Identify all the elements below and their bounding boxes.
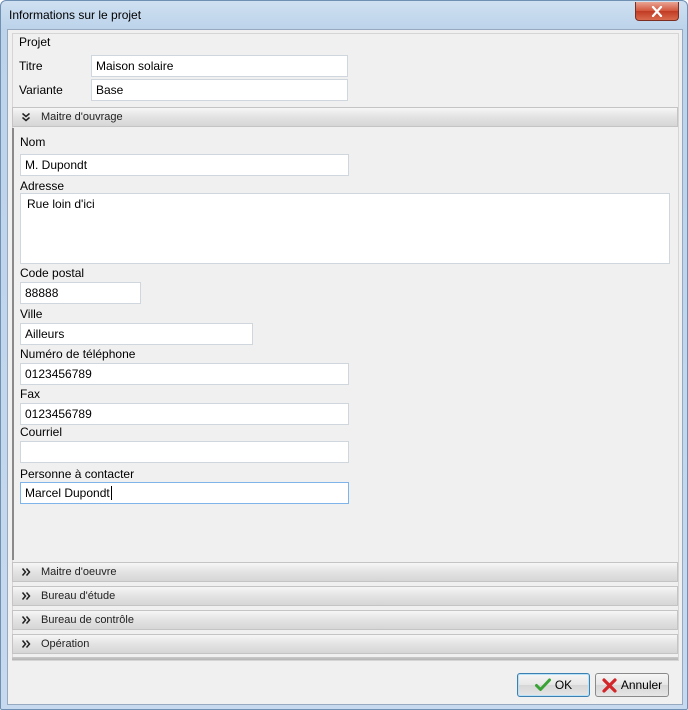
cross-icon bbox=[602, 677, 617, 693]
projet-group-label: Projet bbox=[19, 35, 51, 49]
contact-input-value: Marcel Dupondt bbox=[25, 486, 110, 500]
chevron-double-right-icon bbox=[20, 638, 32, 650]
telephone-input[interactable]: 0123456789 bbox=[20, 363, 349, 385]
contact-input[interactable]: Marcel Dupondt bbox=[20, 482, 349, 504]
code-postal-input[interactable]: 88888 bbox=[20, 282, 141, 304]
checkmark-icon bbox=[534, 678, 551, 692]
section-maitre-ouvrage-header[interactable]: Maitre d'ouvrage bbox=[12, 107, 678, 127]
section-maitre-ouvrage-label: Maitre d'ouvrage bbox=[41, 111, 123, 123]
fax-label: Fax bbox=[20, 387, 41, 401]
nom-label: Nom bbox=[20, 135, 46, 149]
ok-button-label: OK bbox=[554, 678, 573, 692]
ville-input[interactable]: Ailleurs bbox=[20, 323, 253, 345]
courriel-label: Courriel bbox=[20, 425, 63, 439]
dialog-window: Informations sur le projet Projet Titre … bbox=[0, 0, 688, 710]
section-maitre-oeuvre-label: Maitre d'oeuvre bbox=[41, 566, 117, 578]
close-button[interactable] bbox=[635, 2, 679, 21]
fax-input[interactable]: 0123456789 bbox=[20, 403, 349, 425]
nom-input[interactable]: M. Dupondt bbox=[20, 154, 349, 176]
variante-input[interactable]: Base bbox=[91, 79, 348, 101]
dialog-content: Projet Titre Maison solaire Variante Bas… bbox=[7, 29, 683, 705]
window-title: Informations sur le projet bbox=[9, 8, 142, 22]
courriel-input[interactable] bbox=[20, 441, 349, 463]
adresse-textarea[interactable]: Rue loin d'ici bbox=[20, 193, 670, 264]
chevron-double-right-icon bbox=[20, 566, 32, 578]
text-caret bbox=[110, 486, 112, 500]
contact-label: Personne à contacter bbox=[20, 467, 135, 481]
titre-label: Titre bbox=[19, 59, 43, 73]
sections-bottom-divider bbox=[12, 657, 678, 660]
chevron-double-right-icon bbox=[20, 614, 32, 626]
chevron-double-down-icon bbox=[20, 111, 32, 123]
section-maitre-oeuvre-header[interactable]: Maitre d'oeuvre bbox=[12, 562, 678, 582]
ok-button[interactable]: OK bbox=[517, 673, 590, 697]
annuler-button-label: Annuler bbox=[620, 678, 663, 692]
section-bureau-controle-header[interactable]: Bureau de contrôle bbox=[12, 610, 678, 630]
section-bureau-controle-label: Bureau de contrôle bbox=[41, 614, 134, 626]
section-bureau-etude-label: Bureau d'étude bbox=[41, 590, 116, 602]
code-postal-label: Code postal bbox=[20, 266, 85, 280]
section-operation-header[interactable]: Opération bbox=[12, 634, 678, 654]
annuler-button[interactable]: Annuler bbox=[595, 673, 669, 697]
adresse-label: Adresse bbox=[20, 179, 65, 193]
chevron-double-right-icon bbox=[20, 590, 32, 602]
telephone-label: Numéro de téléphone bbox=[20, 347, 136, 361]
section-operation-label: Opération bbox=[41, 638, 90, 650]
titre-input[interactable]: Maison solaire bbox=[91, 55, 348, 77]
variante-label: Variante bbox=[19, 83, 63, 97]
section-bureau-etude-header[interactable]: Bureau d'étude bbox=[12, 586, 678, 606]
close-icon bbox=[651, 5, 663, 17]
ville-label: Ville bbox=[20, 307, 43, 321]
